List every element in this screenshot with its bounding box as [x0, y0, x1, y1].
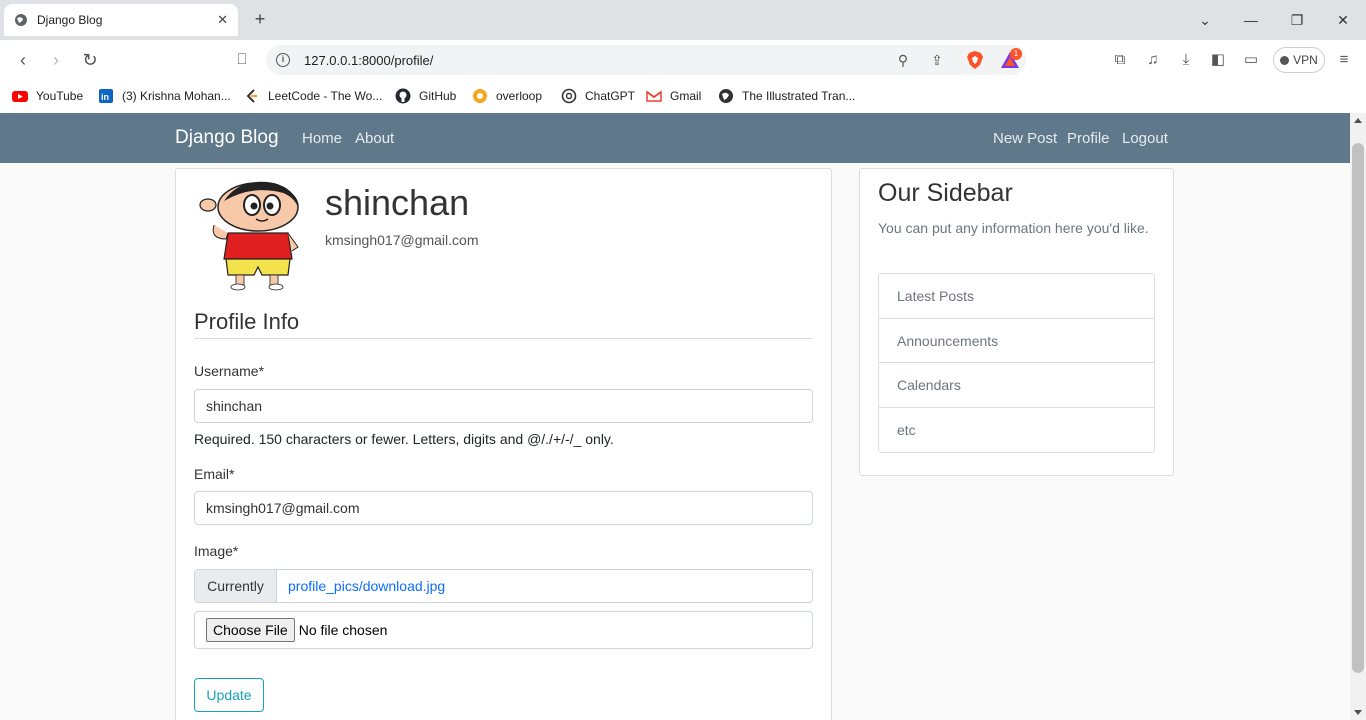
linkedin-icon: in — [99, 89, 113, 103]
sidebar-item-latest-posts[interactable]: Latest Posts — [879, 274, 1154, 319]
nav-logout-link[interactable]: Logout — [1122, 130, 1168, 147]
page-viewport: Django Blog Home About New Post Profile … — [0, 113, 1350, 720]
sidebar-item-etc[interactable]: etc — [879, 408, 1154, 453]
profile-card: shinchan kmsingh017@gmail.com Profile In… — [175, 168, 832, 720]
chatgpt-icon — [561, 88, 577, 104]
scroll-thumb[interactable] — [1352, 143, 1364, 673]
scroll-up-icon[interactable] — [1354, 118, 1362, 123]
reload-icon[interactable]: ↻ — [79, 49, 101, 71]
globe-icon — [719, 89, 733, 103]
menu-icon[interactable]: ≡ — [1334, 50, 1354, 70]
bookmark-github[interactable]: GitHub — [395, 86, 456, 106]
profile-username: shinchan — [325, 182, 470, 223]
rewards-count-badge: 1 — [1010, 48, 1022, 60]
bookmarks-bar: YouTube in (3) Krishna Mohan... LeetCode… — [0, 80, 1366, 113]
section-divider — [194, 338, 813, 339]
leetcode-icon — [246, 89, 257, 103]
bookmark-label: The Illustrated Tran... — [742, 89, 856, 103]
sidebar-description: You can put any information here you'd l… — [878, 220, 1149, 236]
image-label: Image* — [194, 543, 239, 559]
youtube-icon — [12, 91, 28, 102]
music-icon[interactable]: ♫ — [1143, 50, 1163, 70]
bookmark-label: ChatGPT — [585, 89, 636, 103]
restore-icon[interactable]: ❐ — [1287, 10, 1307, 30]
bookmark-label: LeetCode - The Wo... — [268, 89, 383, 103]
sidebar-card: Our Sidebar You can put any information … — [859, 168, 1174, 476]
bookmark-label: overloop — [496, 89, 543, 103]
bookmark-label: GitHub — [419, 89, 457, 103]
nav-profile-link[interactable]: Profile — [1067, 130, 1110, 147]
site-brand[interactable]: Django Blog — [175, 127, 279, 149]
nav-about-link[interactable]: About — [355, 130, 394, 147]
url-text[interactable]: 127.0.0.1:8000/profile/ — [304, 53, 433, 68]
section-title: Profile Info — [194, 309, 300, 334]
bookmark-overloop[interactable]: overloop — [472, 86, 542, 106]
github-icon — [395, 88, 411, 104]
bookmark-gmail[interactable]: Gmail — [646, 86, 701, 106]
update-button[interactable]: Update — [194, 678, 264, 712]
site-navbar: Django Blog Home About New Post Profile … — [0, 113, 1350, 163]
file-input[interactable]: Choose File No file chosen — [194, 611, 813, 649]
browser-toolbar: ‹ › ↻ ⎕ i 127.0.0.1:8000/profile/ ⚲ ⇪ 1 … — [0, 40, 1366, 80]
username-input[interactable] — [194, 389, 813, 423]
browser-tab-bar: Django Blog ✕ + ⌄ — ❐ ✕ — [0, 0, 1366, 40]
sidebar-list: Latest Posts Announcements Calendars etc — [878, 273, 1155, 453]
minimize-icon[interactable]: — — [1241, 10, 1261, 30]
bookmark-label: YouTube — [36, 89, 84, 103]
forward-icon[interactable]: › — [45, 49, 67, 71]
zoom-icon[interactable]: ⚲ — [894, 51, 912, 69]
close-window-icon[interactable]: ✕ — [1333, 10, 1353, 30]
nav-new-post-link[interactable]: New Post — [993, 130, 1057, 147]
nav-home-link[interactable]: Home — [302, 130, 342, 147]
scroll-down-icon[interactable] — [1354, 710, 1362, 715]
page-scrollbar[interactable] — [1350, 113, 1366, 720]
site-info-icon[interactable]: i — [276, 53, 290, 67]
currently-label: Currently — [195, 570, 277, 602]
username-label: Username* — [194, 363, 265, 379]
sidebar-title: Our Sidebar — [878, 179, 1013, 207]
bookmark-label: Gmail — [670, 89, 702, 103]
brave-shield-icon[interactable] — [966, 50, 984, 70]
address-bar[interactable]: i 127.0.0.1:8000/profile/ ⚲ ⇪ 1 — [266, 45, 1026, 75]
current-image-link[interactable]: profile_pics/download.jpg — [277, 570, 445, 602]
tab-title: Django Blog — [37, 13, 103, 27]
avatar — [199, 181, 299, 291]
vpn-status-icon — [1280, 55, 1290, 65]
bookmark-chatgpt[interactable]: ChatGPT — [561, 86, 635, 106]
vpn-button[interactable]: VPN — [1273, 47, 1325, 73]
sidebar-item-announcements[interactable]: Announcements — [879, 319, 1154, 363]
close-icon[interactable]: ✕ — [217, 12, 228, 28]
sidebar-item-calendars[interactable]: Calendars — [879, 363, 1154, 408]
back-icon[interactable]: ‹ — [12, 49, 34, 71]
bookmark-illustrated[interactable]: The Illustrated Tran... — [718, 86, 855, 106]
new-tab-icon[interactable]: + — [250, 9, 270, 29]
bookmark-youtube[interactable]: YouTube — [12, 86, 83, 106]
bookmark-leetcode[interactable]: LeetCode - The Wo... — [244, 86, 382, 106]
file-status-text: No file chosen — [298, 622, 388, 638]
choose-file-button[interactable]: Choose File — [206, 618, 295, 642]
bookmark-icon[interactable]: ⎕ — [231, 49, 253, 71]
gmail-icon — [646, 90, 662, 102]
wallet-icon[interactable]: ▭ — [1241, 50, 1261, 70]
share-icon[interactable]: ⇪ — [928, 51, 946, 69]
bookmark-linkedin[interactable]: in (3) Krishna Mohan... — [98, 86, 231, 106]
extensions-icon[interactable]: ⧉ — [1110, 50, 1130, 70]
profile-email: kmsingh017@gmail.com — [325, 232, 479, 248]
download-icon[interactable]: ⤓ — [1176, 50, 1196, 70]
vpn-label: VPN — [1293, 53, 1318, 67]
bookmark-label: (3) Krishna Mohan... — [122, 89, 231, 103]
email-input[interactable] — [194, 491, 813, 525]
overloop-icon — [473, 89, 487, 103]
browser-tab[interactable]: Django Blog ✕ — [4, 4, 238, 36]
chevron-down-icon[interactable]: ⌄ — [1195, 10, 1215, 30]
globe-icon — [15, 14, 27, 26]
username-helptext: Required. 150 characters or fewer. Lette… — [194, 431, 614, 447]
svg-text:in: in — [101, 92, 109, 102]
sidebar-toggle-icon[interactable]: ◧ — [1208, 50, 1228, 70]
email-label: Email* — [194, 466, 235, 482]
current-image-group: Currently profile_pics/download.jpg — [194, 569, 813, 603]
